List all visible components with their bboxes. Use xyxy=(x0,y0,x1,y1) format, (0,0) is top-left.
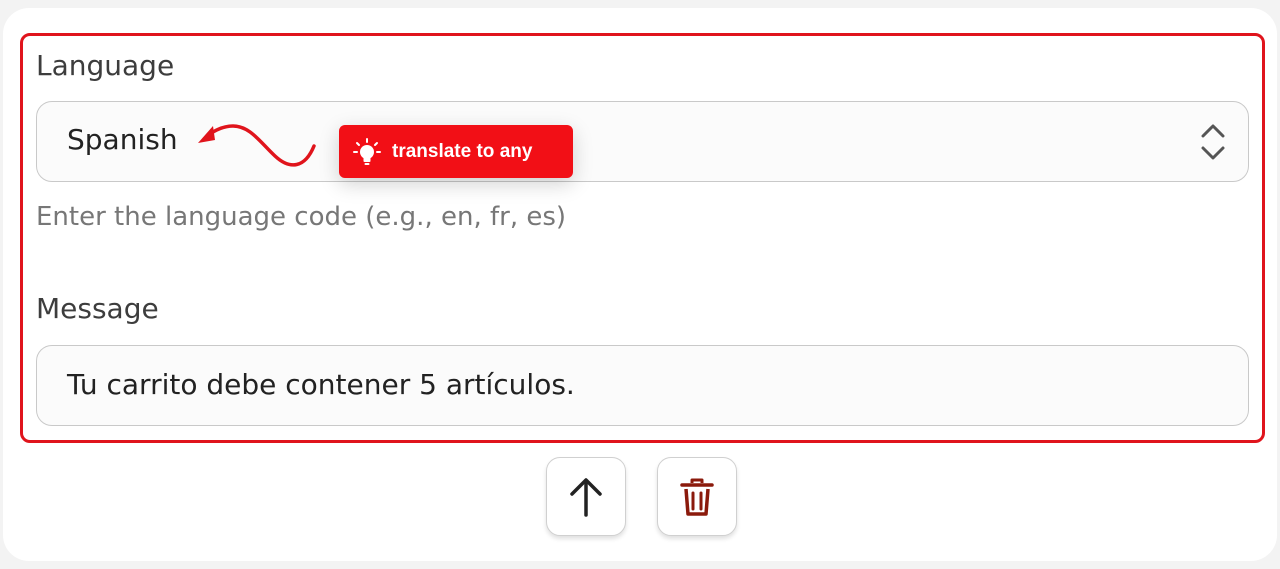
language-selected-value: Spanish xyxy=(67,123,178,156)
message-field[interactable]: Tu carrito debe contener 5 artículos. xyxy=(36,345,1249,426)
language-label: Language xyxy=(36,49,175,82)
lightbulb-icon xyxy=(353,137,381,165)
curved-arrow-icon xyxy=(198,124,316,167)
move-up-button[interactable] xyxy=(546,457,626,536)
delete-button[interactable] xyxy=(657,457,737,536)
trash-icon xyxy=(680,478,714,516)
message-label: Message xyxy=(36,292,159,325)
tooltip-text: translate to any xyxy=(392,140,533,162)
chevron-up-down-icon xyxy=(1201,124,1225,160)
language-help-text: Enter the language code (e.g., en, fr, e… xyxy=(36,202,567,232)
arrow-up-icon xyxy=(570,477,602,517)
message-value: Tu carrito debe contener 5 artículos. xyxy=(67,368,575,401)
tooltip-callout: translate to any xyxy=(339,125,573,178)
